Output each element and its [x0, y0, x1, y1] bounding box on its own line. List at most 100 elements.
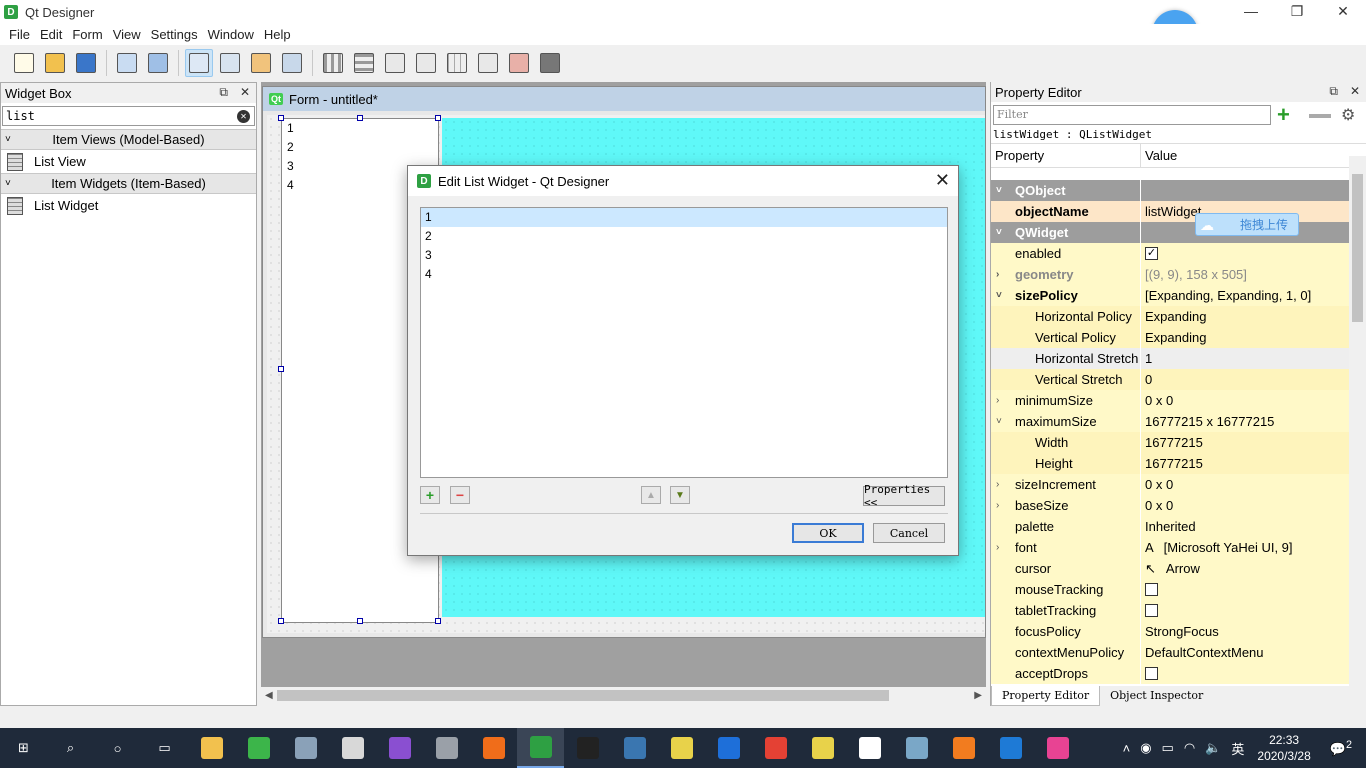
resize-handle[interactable]: [435, 618, 441, 624]
tab-object-inspector[interactable]: Object Inspector: [1100, 686, 1213, 706]
property-checkbox[interactable]: [1145, 583, 1158, 596]
value-column-header[interactable]: Value: [1141, 148, 1177, 163]
wifi-icon[interactable]: ◠: [1184, 740, 1195, 756]
list-item[interactable]: 1: [282, 119, 438, 138]
menu-edit[interactable]: Edit: [35, 27, 67, 42]
clear-search-icon[interactable]: ✕: [237, 110, 250, 123]
close-dock-icon[interactable]: ✕: [1350, 84, 1360, 99]
tab-property-editor[interactable]: Property Editor: [991, 686, 1101, 706]
move-down-button[interactable]: ▼: [670, 486, 690, 504]
notifications-icon[interactable]: 💬2: [1330, 739, 1352, 757]
cancel-button[interactable]: Cancel: [873, 523, 945, 543]
menu-view[interactable]: View: [108, 27, 146, 42]
chevron-right-icon[interactable]: ›: [996, 269, 999, 280]
property-row[interactable]: acceptDrops: [991, 663, 1349, 684]
dialog-close-icon[interactable]: ✕: [935, 170, 950, 191]
scrollbar-thumb[interactable]: [1352, 174, 1363, 322]
chevron-right-icon[interactable]: ›: [996, 479, 999, 490]
properties-toggle-button[interactable]: Properties <<: [863, 483, 945, 509]
property-row[interactable]: Vertical Stretch 0: [991, 369, 1349, 390]
chevron-right-icon[interactable]: ›: [996, 395, 999, 406]
start-windows-icon[interactable]: ⊞: [0, 728, 47, 768]
resize-handle[interactable]: [435, 115, 441, 121]
property-row[interactable]: Width 16777215: [991, 432, 1349, 453]
python-icon[interactable]: [611, 728, 658, 768]
task-view-icon[interactable]: ▭: [141, 728, 188, 768]
chevron-up-icon[interactable]: ˄: [1123, 741, 1131, 756]
chevron-down-icon[interactable]: ˅: [996, 227, 1002, 238]
property-row[interactable]: mouseTracking: [991, 579, 1349, 600]
photos-app-icon[interactable]: [846, 728, 893, 768]
category-item-widgets[interactable]: ˅ Item Widgets (Item-Based): [1, 173, 256, 194]
horizontal-scrollbar[interactable]: ◀ ▶: [261, 687, 986, 704]
menu-settings[interactable]: Settings: [146, 27, 203, 42]
document-app-icon[interactable]: [329, 728, 376, 768]
property-row[interactable]: › geometry [(9, 9), 158 x 505]: [991, 264, 1349, 285]
edge-icon[interactable]: [987, 728, 1034, 768]
resize-handle[interactable]: [278, 618, 284, 624]
tools-app-icon[interactable]: [423, 728, 470, 768]
property-row[interactable]: › font A [Microsoft YaHei UI, 9]: [991, 537, 1349, 558]
add-item-button[interactable]: +: [420, 486, 440, 504]
list-item[interactable]: 2: [282, 138, 438, 157]
add-dynamic-property-icon[interactable]: +: [1277, 104, 1290, 126]
property-checkbox[interactable]: ✓: [1145, 247, 1158, 260]
property-checkbox[interactable]: [1145, 667, 1158, 680]
layout-horizontal-splitter-icon[interactable]: [381, 49, 409, 77]
float-dock-icon[interactable]: ⧉: [1329, 84, 1338, 99]
property-row[interactable]: cursor ↖ Arrow: [991, 558, 1349, 579]
open-folder-icon[interactable]: [41, 49, 69, 77]
widget-list-widget[interactable]: List Widget: [1, 194, 256, 217]
chevron-down-icon[interactable]: ˅: [996, 185, 1002, 196]
scroll-left-icon[interactable]: ◀: [265, 687, 273, 704]
property-row[interactable]: tabletTracking: [991, 600, 1349, 621]
resize-handle[interactable]: [278, 366, 284, 372]
scrollbar-thumb[interactable]: [277, 690, 889, 701]
property-row[interactable]: ˅ maximumSize 16777215 x 16777215: [991, 411, 1349, 432]
remove-dynamic-property-icon[interactable]: [1309, 114, 1331, 118]
help-app-icon[interactable]: [658, 728, 705, 768]
network-app-icon[interactable]: [893, 728, 940, 768]
edit-signals-slots-icon[interactable]: [216, 49, 244, 77]
property-row[interactable]: focusPolicy StrongFocus: [991, 621, 1349, 642]
widget-search-input[interactable]: list ✕: [2, 106, 255, 126]
configure-wrench-icon[interactable]: ⚙: [1341, 105, 1355, 125]
settings-app-icon[interactable]: [282, 728, 329, 768]
help-app-2-icon[interactable]: [799, 728, 846, 768]
edit-widgets-icon[interactable]: [185, 49, 213, 77]
property-row[interactable]: ˅ QObject: [991, 180, 1349, 201]
remove-item-button[interactable]: −: [450, 486, 470, 504]
property-row[interactable]: › sizeIncrement 0 x 0: [991, 474, 1349, 495]
edit-tab-order-icon[interactable]: [278, 49, 306, 77]
menu-window[interactable]: Window: [203, 27, 259, 42]
layout-form-icon[interactable]: [474, 49, 502, 77]
resize-handle[interactable]: [357, 618, 363, 624]
volume-icon[interactable]: 🔈: [1205, 740, 1221, 756]
battery-icon[interactable]: ▭: [1162, 740, 1174, 756]
menu-help[interactable]: Help: [259, 27, 296, 42]
green-app-icon[interactable]: [235, 728, 282, 768]
property-row[interactable]: Horizontal Policy Expanding: [991, 306, 1349, 327]
new-file-icon[interactable]: [10, 49, 38, 77]
chevron-right-icon[interactable]: ›: [996, 500, 999, 511]
close-button[interactable]: ✕: [1320, 0, 1366, 22]
list-item[interactable]: 2: [421, 227, 947, 246]
layout-horizontal-icon[interactable]: [319, 49, 347, 77]
property-row[interactable]: enabled ✓: [991, 243, 1349, 264]
search-app-icon[interactable]: [470, 728, 517, 768]
save-icon[interactable]: [72, 49, 100, 77]
chevron-down-icon[interactable]: ˅: [996, 416, 1002, 427]
send-to-back-icon[interactable]: [113, 49, 141, 77]
layout-grid-icon[interactable]: [443, 49, 471, 77]
qt-designer-icon[interactable]: [517, 728, 564, 768]
break-layout-icon[interactable]: [505, 49, 533, 77]
chevron-down-icon[interactable]: ˅: [996, 290, 1002, 301]
resize-handle[interactable]: [357, 115, 363, 121]
edit-buddies-icon[interactable]: [247, 49, 275, 77]
property-row[interactable]: Horizontal Stretch 1: [991, 348, 1349, 369]
network-icon[interactable]: ◉: [1140, 740, 1151, 756]
scroll-right-icon[interactable]: ▶: [974, 687, 982, 704]
resize-handle[interactable]: [278, 115, 284, 121]
property-row[interactable]: Height 16777215: [991, 453, 1349, 474]
purple-app-icon[interactable]: [376, 728, 423, 768]
